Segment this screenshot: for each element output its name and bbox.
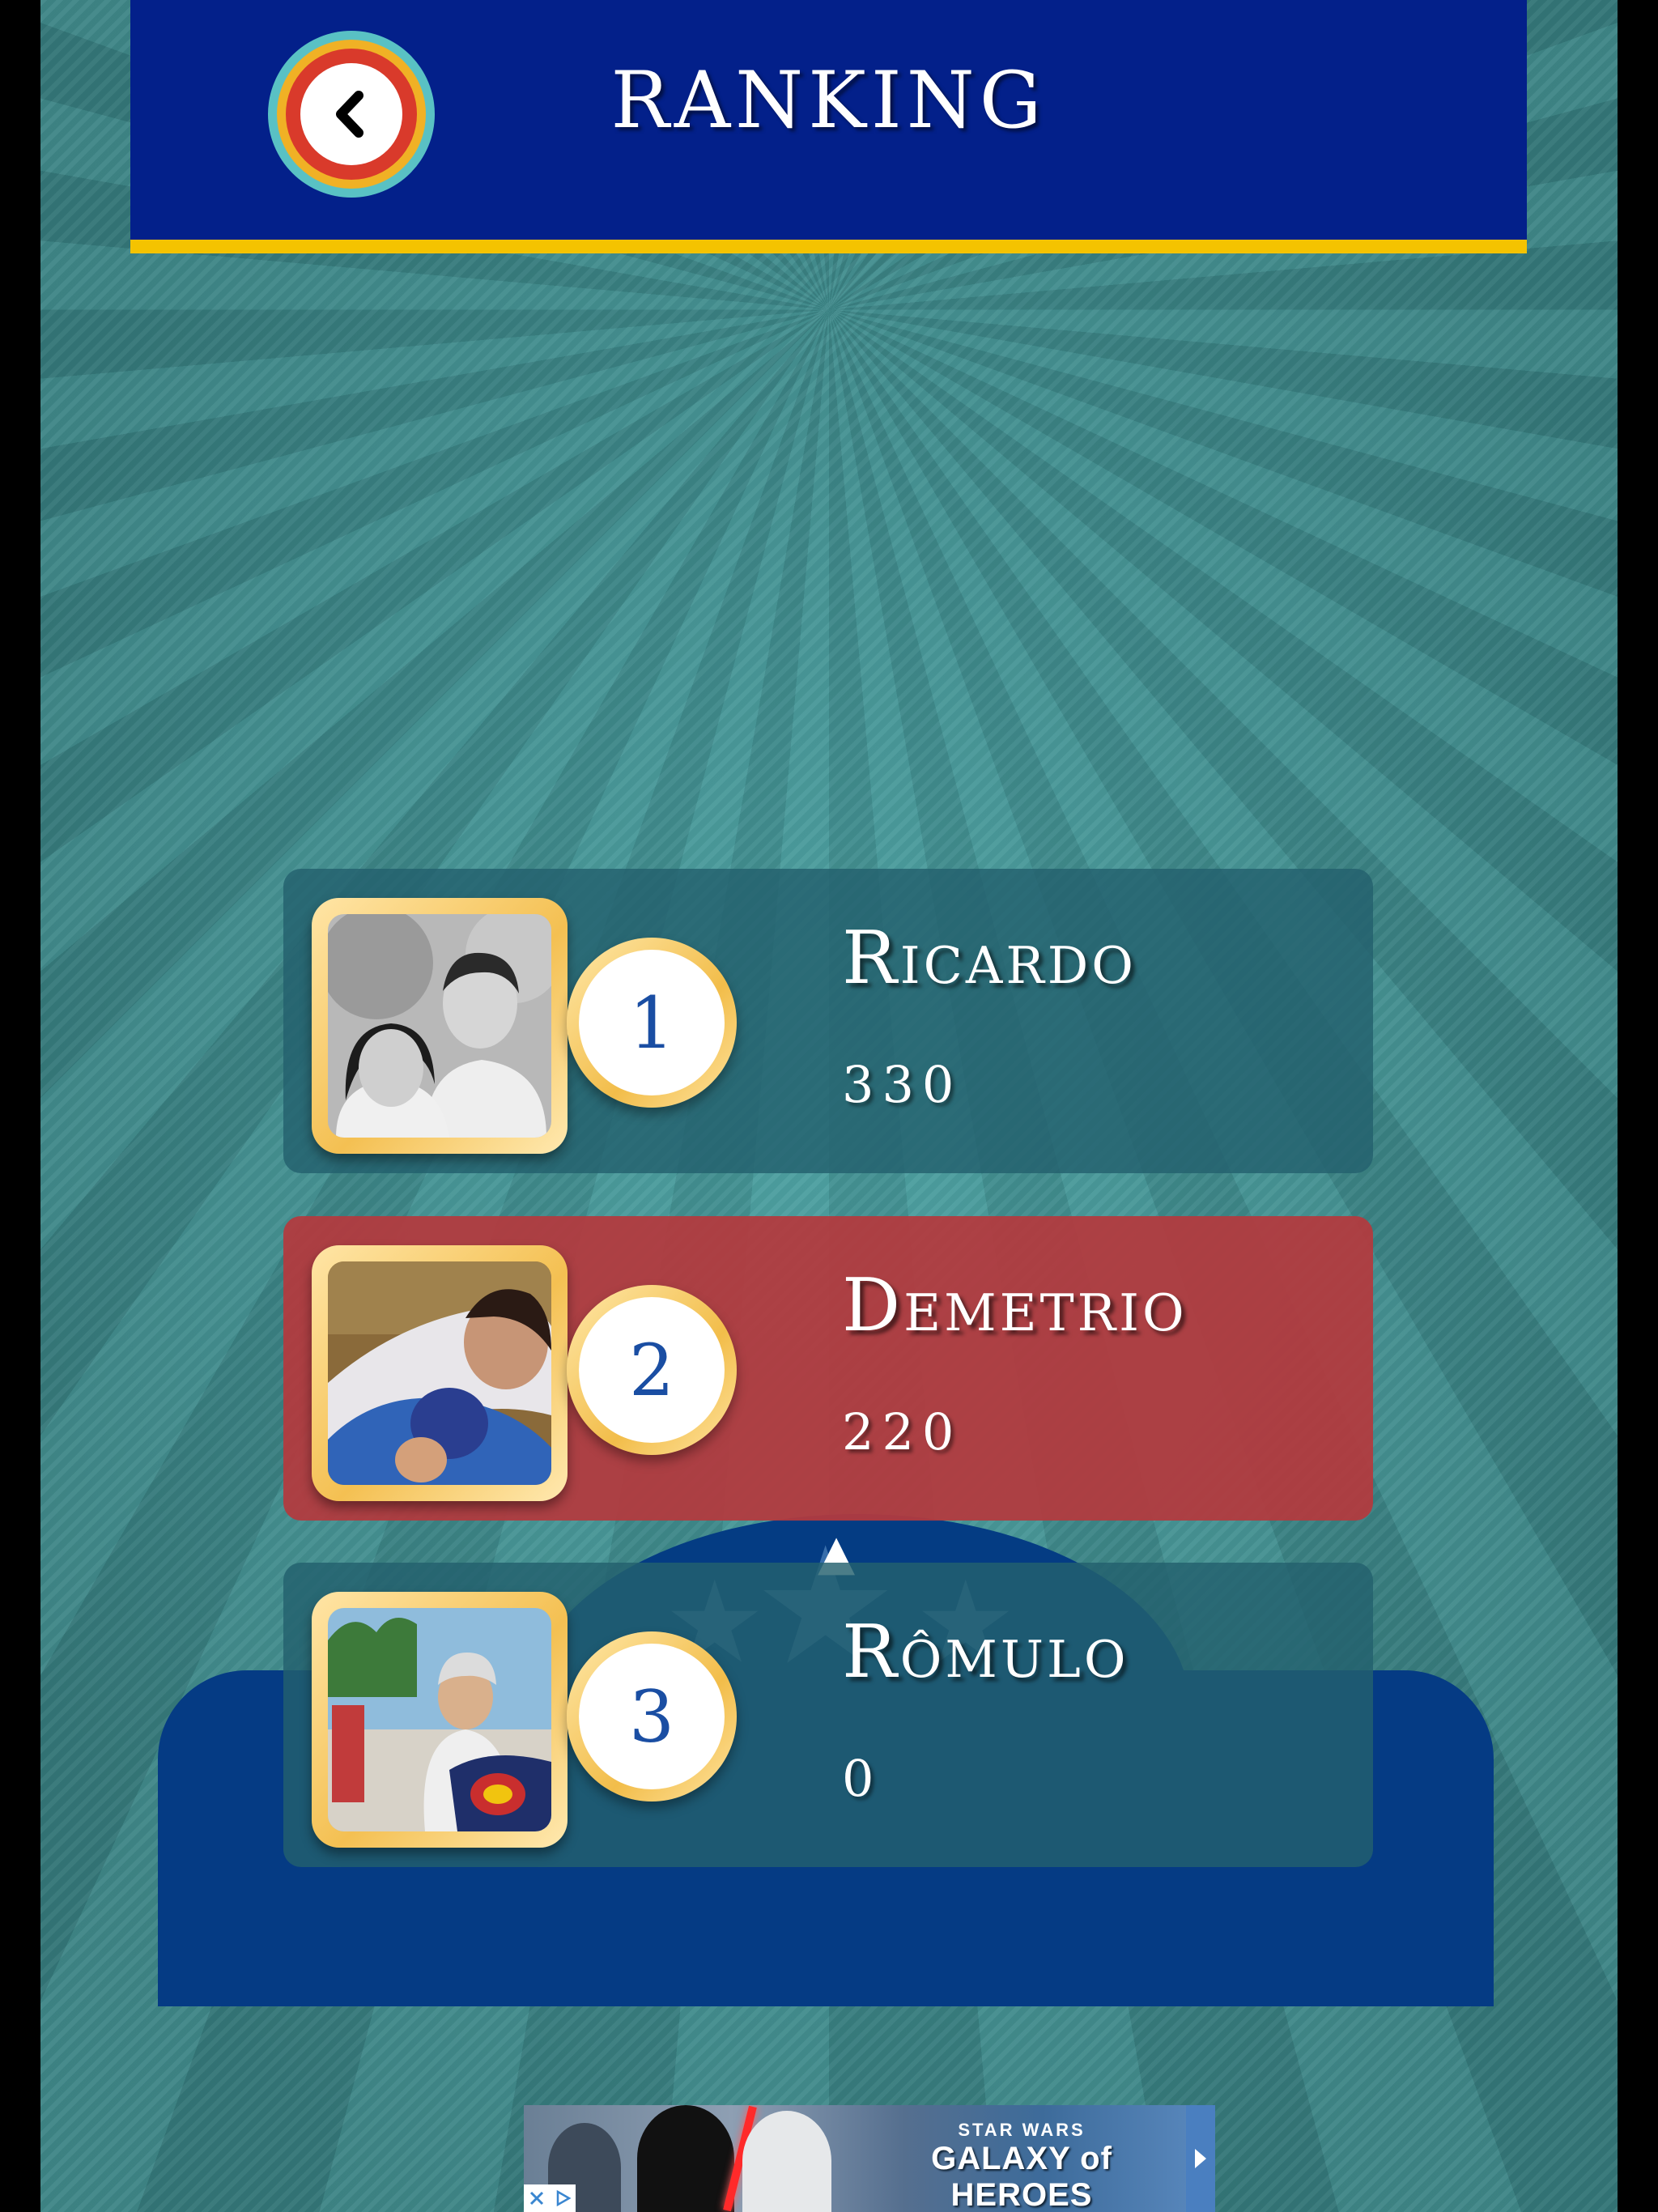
- adchoices-icon: [556, 2189, 572, 2207]
- rank-badge: 2: [567, 1285, 737, 1455]
- rank-badge: 1: [567, 938, 737, 1108]
- ranking-row: 1 Ricardo 330: [283, 869, 1373, 1173]
- avatar: [328, 1608, 551, 1831]
- ad-close-button[interactable]: [524, 2184, 576, 2212]
- avatar-frame: [312, 1592, 568, 1848]
- avatar: [328, 1261, 551, 1485]
- close-icon: [529, 2191, 544, 2206]
- player-score: 220: [842, 1402, 963, 1461]
- rank-badge: 3: [567, 1631, 737, 1802]
- game-screen: RANKING ★ ★ ★ ▲ 1: [40, 0, 1618, 2212]
- ranking-row: 2 Demetrio 220: [283, 1216, 1373, 1521]
- avatar: [328, 914, 551, 1138]
- page-title: RANKING: [610, 55, 1047, 146]
- play-arrow-icon: [1195, 2149, 1206, 2168]
- ad-brand: STAR WARS GALAXY of HEROES EA: [931, 2120, 1112, 2212]
- player-name: Ricardo: [842, 916, 1137, 1001]
- player-name: Rômulo: [842, 1610, 1129, 1695]
- ad-figure: [742, 2111, 831, 2212]
- ranking-row: 3 Rômulo 0: [283, 1563, 1373, 1867]
- avatar-frame: [312, 898, 568, 1154]
- ad-figure: [637, 2105, 734, 2212]
- player-score: 330: [842, 1055, 963, 1114]
- header-bar: RANKING: [130, 0, 1527, 253]
- avatar-frame: [312, 1245, 568, 1501]
- player-score: 0: [842, 1749, 882, 1808]
- ad-banner[interactable]: STAR WARS GALAXY of HEROES EA: [524, 2105, 1215, 2212]
- player-name: Demetrio: [842, 1263, 1188, 1348]
- ad-next-button[interactable]: [1186, 2105, 1215, 2212]
